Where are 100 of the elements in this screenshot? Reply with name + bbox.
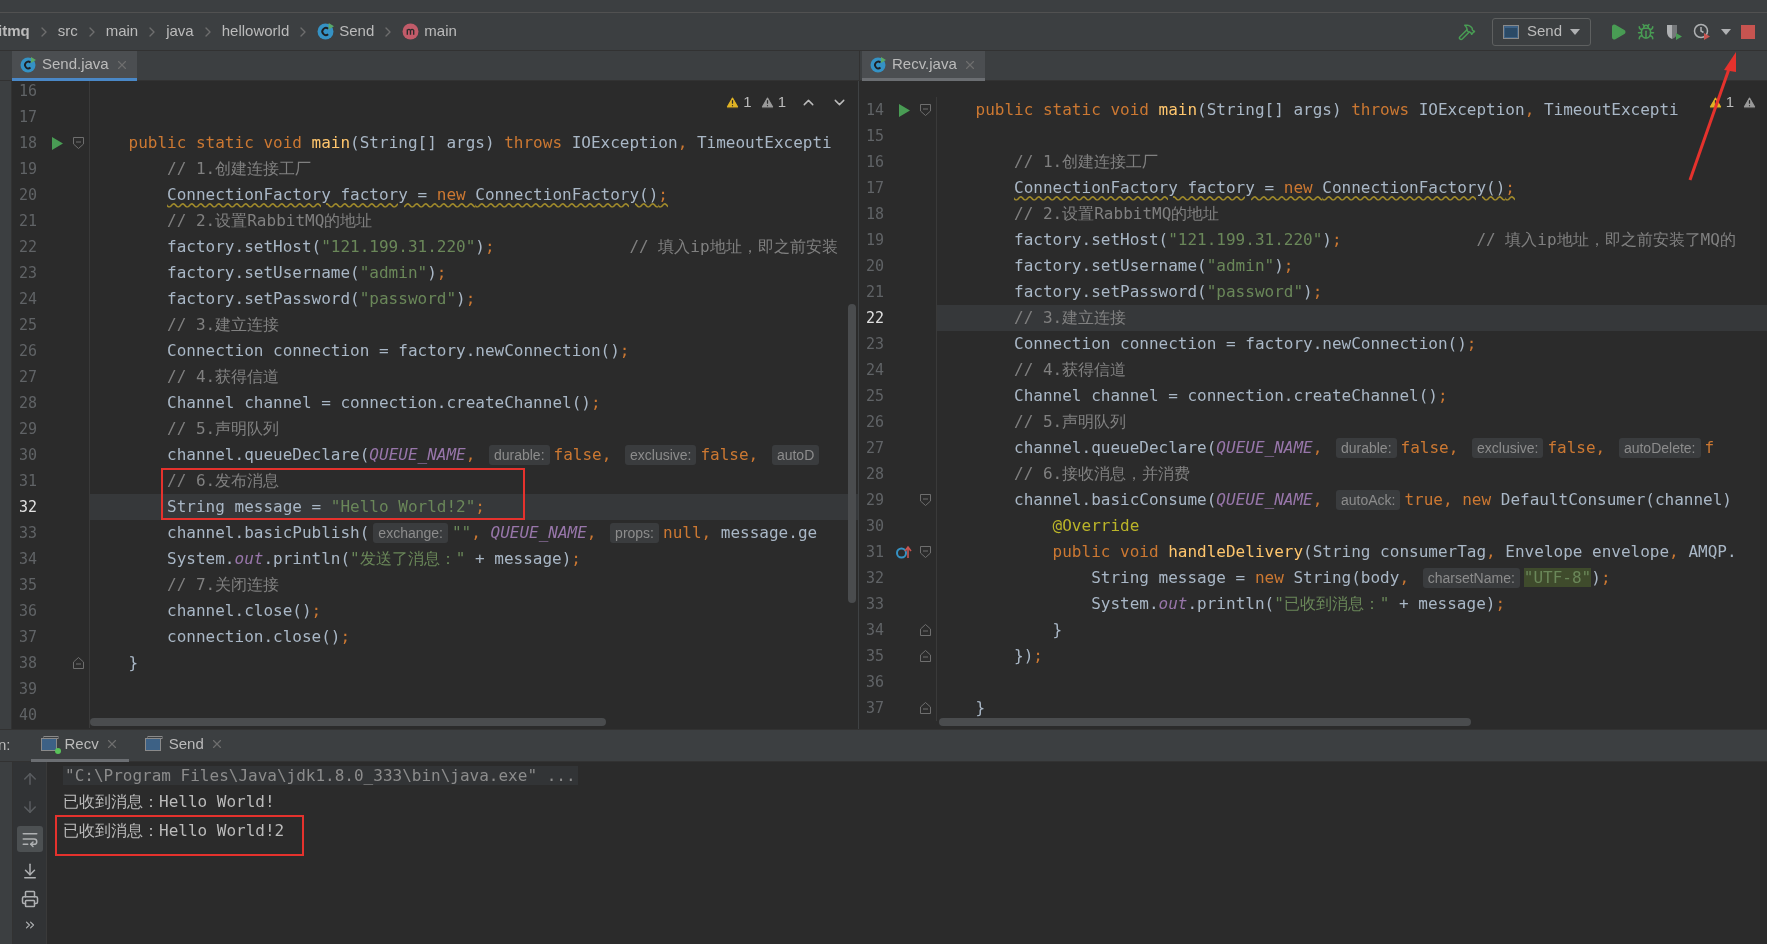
- code-line: connection.close();: [166, 626, 351, 648]
- line-number: 31: [865, 541, 886, 563]
- code-line: factory.setHost("121.199.31.220"); // 填入ip地址，即之前安装了MQ的: [1013, 229, 1736, 251]
- scrollbar-thumb[interactable]: [848, 304, 856, 603]
- line-number: 24: [865, 359, 886, 381]
- code-line: ConnectionFactory factory = new ConnectionFactory();: [1013, 177, 1515, 199]
- line-number: 33: [18, 522, 39, 544]
- breadcrumb-item[interactable]: Send: [339, 20, 375, 43]
- line-number: 35: [18, 574, 39, 596]
- breadcrumb-item[interactable]: main: [424, 20, 457, 43]
- run-configuration-dropdown[interactable]: Send: [1491, 17, 1591, 46]
- tab-label: Recv.java: [892, 54, 957, 75]
- breadcrumb-item[interactable]: src: [57, 20, 78, 43]
- breadcrumb-item[interactable]: java: [166, 20, 194, 43]
- line-number: 17: [865, 177, 886, 199]
- run-icon[interactable]: [51, 136, 63, 150]
- breadcrumb-item[interactable]: main: [105, 20, 139, 43]
- tab-label: Send: [168, 733, 204, 754]
- print-icon[interactable]: [20, 890, 39, 908]
- code-line: System.out.println("已收到消息：" + message);: [1090, 593, 1506, 615]
- fold-icon[interactable]: [920, 624, 931, 636]
- line-number: 30: [18, 444, 39, 466]
- code-line: // 6.发布消息: [166, 470, 280, 492]
- breadcrumb-item[interactable]: helloworld: [221, 20, 290, 43]
- soft-wrap-button[interactable]: [16, 826, 43, 852]
- profiler-icon[interactable]: [1693, 22, 1711, 41]
- code-line: channel.queueDeclare(QUEUE_NAME, durable: false, exclusive: false, autoDelete: f: [1013, 437, 1715, 460]
- window-icon: [1502, 24, 1519, 39]
- warning-icon[interactable]: [759, 94, 775, 110]
- code-line: }: [974, 697, 986, 719]
- tab-label: Recv: [64, 733, 99, 754]
- line-number: 35: [865, 645, 886, 667]
- fold-icon[interactable]: [920, 650, 931, 662]
- build-icon[interactable]: [1457, 22, 1476, 41]
- warning-icon[interactable]: [1707, 94, 1723, 110]
- fold-icon[interactable]: [920, 494, 931, 506]
- caret-icon[interactable]: [1721, 28, 1731, 35]
- warning-icon[interactable]: [725, 94, 741, 110]
- scrollbar-thumb[interactable]: [90, 718, 606, 726]
- code-line: factory.setUsername("admin");: [1013, 255, 1294, 277]
- fold-icon[interactable]: [73, 137, 84, 149]
- code-line: factory.setPassword("password");: [166, 288, 476, 310]
- line-number: 40: [18, 704, 39, 726]
- line-number: 36: [865, 671, 886, 693]
- editor-tab[interactable]: Send.java: [12, 51, 137, 81]
- code-line: // 5.声明队列: [1013, 411, 1127, 433]
- wrap-icon: [20, 830, 39, 848]
- line-number: 38: [18, 652, 39, 674]
- line-number: 37: [18, 626, 39, 648]
- console-line: 已收到消息：Hello World!2: [63, 821, 285, 840]
- code-line: public static void main(String[] args) throws IOException, TimeoutExcepti: [127, 132, 832, 154]
- fold-icon[interactable]: [920, 104, 931, 116]
- warning-icon[interactable]: [1742, 94, 1757, 110]
- line-number: 21: [18, 210, 39, 232]
- fold-icon[interactable]: [920, 546, 931, 558]
- line-number: 19: [865, 229, 886, 251]
- line-number: 39: [18, 678, 39, 700]
- line-number: 33: [865, 593, 886, 615]
- line-number: 29: [18, 418, 39, 440]
- stop-icon[interactable]: [1741, 24, 1755, 39]
- class-icon: [317, 23, 335, 40]
- line-number: 30: [865, 515, 886, 537]
- fold-icon[interactable]: [920, 702, 931, 714]
- code-line: @Override: [1051, 515, 1140, 537]
- line-number: 21: [865, 281, 886, 303]
- caret-icon: [1570, 28, 1580, 35]
- override-icon[interactable]: [896, 545, 912, 559]
- line-number: 25: [18, 314, 39, 336]
- run-icon[interactable]: [1609, 22, 1627, 41]
- editor-tab[interactable]: Recv.java: [862, 51, 985, 81]
- run-tab[interactable]: Send: [134, 729, 234, 762]
- code-line: public void handleDelivery(String consumerTag, Envelope envelope, AMQP.: [1051, 541, 1737, 563]
- line-number: 34: [18, 548, 39, 570]
- warning-count: 1: [743, 92, 752, 112]
- code-line: Channel channel = connection.createChannel();: [166, 392, 601, 414]
- code-line: // 2.设置RabbitMQ的地址: [1013, 203, 1220, 225]
- line-number: 36: [18, 600, 39, 622]
- line-number: 22: [865, 307, 886, 329]
- code-line: // 4.获得信道: [1013, 359, 1127, 381]
- line-number: 31: [18, 470, 39, 492]
- run-icon[interactable]: [898, 103, 910, 117]
- fold-icon[interactable]: [73, 657, 84, 669]
- line-number: 20: [18, 184, 39, 206]
- coverage-icon[interactable]: [1665, 22, 1683, 41]
- console-line: 已收到消息：Hello World!: [63, 792, 275, 811]
- warning-count: 1: [1725, 92, 1734, 112]
- code-line: factory.setUsername("admin");: [166, 262, 447, 284]
- line-number: 28: [865, 463, 886, 485]
- code-line: channel.basicPublish( exchange: "", QUEUE_NAME, props: null, message.ge: [166, 522, 818, 545]
- code-line: String message = new String(body, charsetName: "UTF-8");: [1090, 567, 1611, 590]
- scrollbar-thumb[interactable]: [939, 718, 1471, 726]
- debug-icon[interactable]: [1637, 22, 1655, 41]
- line-number: 23: [18, 262, 39, 284]
- line-number: 32: [18, 496, 39, 518]
- line-number: 26: [865, 411, 886, 433]
- line-number: 27: [18, 366, 39, 388]
- line-number: 28: [18, 392, 39, 414]
- method-icon: [402, 23, 420, 40]
- code-line: // 4.获得信道: [166, 366, 280, 388]
- code-line: // 5.声明队列: [166, 418, 280, 440]
